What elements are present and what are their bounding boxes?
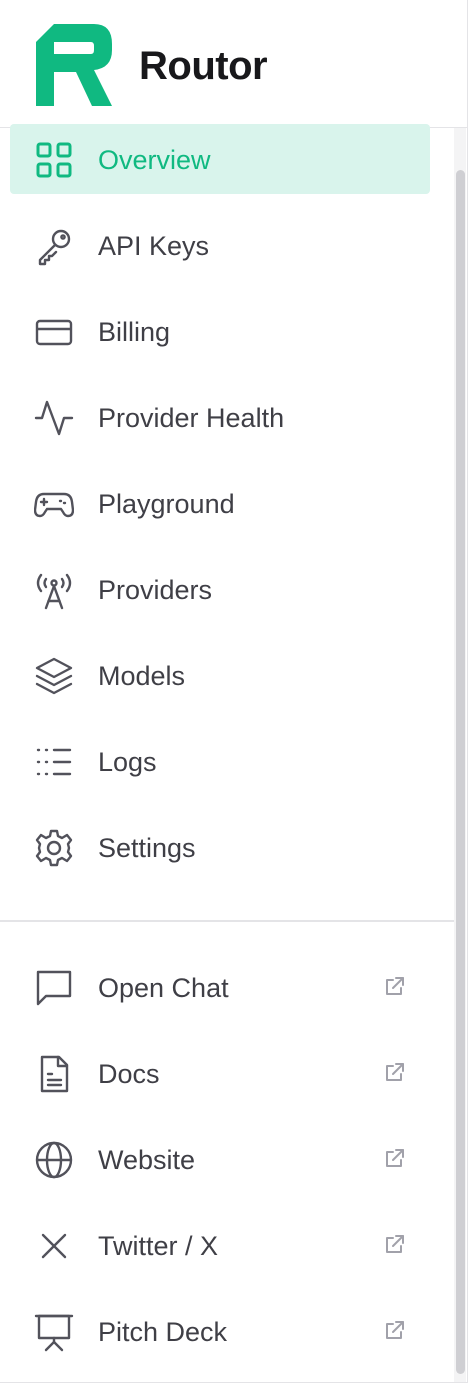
sidebar-item-settings[interactable]: Settings bbox=[10, 812, 430, 882]
radio-tower-icon bbox=[34, 570, 74, 610]
presentation-icon bbox=[34, 1312, 74, 1352]
sidebar-item-overview[interactable]: Overview bbox=[10, 124, 430, 194]
layers-icon bbox=[34, 656, 74, 696]
key-icon bbox=[34, 226, 74, 266]
external-link-icon bbox=[386, 1235, 404, 1253]
activity-icon bbox=[34, 398, 74, 438]
gamepad-icon bbox=[34, 484, 74, 524]
sidebar-item-provider-health[interactable]: Provider Health bbox=[10, 382, 430, 452]
sidebar-item-label: Playground bbox=[98, 489, 235, 519]
chat-icon bbox=[34, 968, 74, 1008]
sidebar-divider bbox=[0, 920, 454, 922]
sidebar-item-open-chat[interactable]: Open Chat bbox=[10, 952, 430, 1022]
sidebar-header: Routor bbox=[0, 0, 467, 128]
sidebar-item-twitter[interactable]: Twitter / X bbox=[10, 1210, 430, 1280]
sidebar-item-billing[interactable]: Billing bbox=[10, 296, 430, 366]
sidebar-item-label: Providers bbox=[98, 575, 213, 605]
sidebar-item-label: API Keys bbox=[98, 231, 210, 261]
gear-icon bbox=[34, 828, 74, 868]
x-icon bbox=[34, 1226, 74, 1266]
list-icon bbox=[34, 742, 74, 782]
sidebar-item-docs[interactable]: Docs bbox=[10, 1038, 430, 1108]
sidebar-item-label: Settings bbox=[98, 833, 196, 863]
sidebar-item-playground[interactable]: Playground bbox=[10, 468, 430, 538]
sidebar-item-logs[interactable]: Logs bbox=[10, 726, 430, 796]
sidebar-item-models[interactable]: Models bbox=[10, 640, 430, 710]
sidebar: Routor Overview API Keys Billing Provide… bbox=[0, 0, 468, 1383]
sidebar-item-label: Docs bbox=[98, 1059, 160, 1089]
grid-icon bbox=[34, 140, 74, 180]
sidebar-item-label: Provider Health bbox=[98, 403, 285, 433]
sidebar-item-label: Pitch Deck bbox=[98, 1317, 228, 1347]
sidebar-item-label: Logs bbox=[98, 747, 157, 777]
sidebar-item-providers[interactable]: Providers bbox=[10, 554, 430, 624]
sidebar-item-pitch-deck[interactable]: Pitch Deck bbox=[10, 1296, 430, 1366]
external-link-icon bbox=[386, 1149, 404, 1167]
sidebar-item-label: Models bbox=[98, 661, 186, 691]
external-link-icon bbox=[386, 977, 404, 995]
sidebar-item-label: Billing bbox=[98, 317, 171, 347]
sidebar-item-label: Overview bbox=[98, 145, 211, 175]
sidebar-item-label: Website bbox=[98, 1145, 196, 1175]
sidebar-item-website[interactable]: Website bbox=[10, 1124, 430, 1194]
sidebar-item-label: Open Chat bbox=[98, 973, 229, 1003]
document-icon bbox=[34, 1054, 74, 1094]
routor-logo-icon[interactable] bbox=[36, 24, 112, 106]
external-link-icon bbox=[386, 1063, 404, 1081]
sidebar-item-api-keys[interactable]: API Keys bbox=[10, 210, 430, 280]
external-link-icon bbox=[386, 1321, 404, 1339]
brand-name: Routor bbox=[139, 44, 268, 88]
sidebar-item-label: Twitter / X bbox=[98, 1231, 219, 1261]
scrollbar-thumb[interactable] bbox=[456, 170, 465, 1374]
credit-card-icon bbox=[34, 312, 74, 352]
globe-icon bbox=[34, 1140, 74, 1180]
